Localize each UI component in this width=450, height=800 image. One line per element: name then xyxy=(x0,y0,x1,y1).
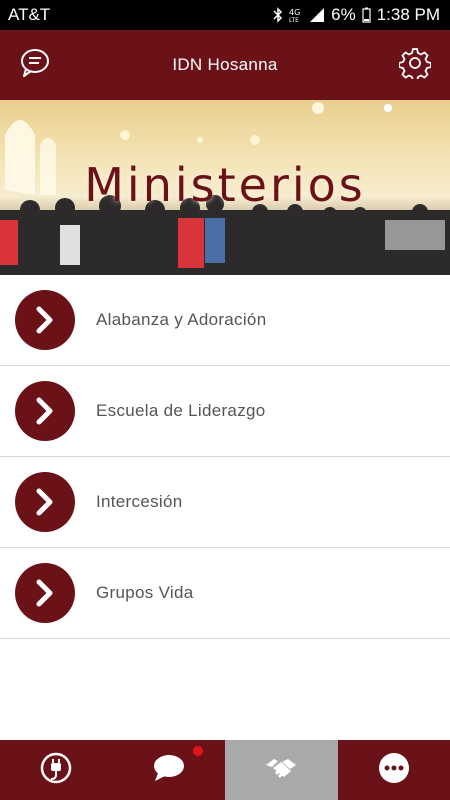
carrier-label: AT&T xyxy=(8,5,51,24)
lte-icon: 4G LTE xyxy=(289,7,303,23)
chevron-right-icon xyxy=(15,290,75,350)
status-bar: AT&T 4G LTE 6% 1:38 PM xyxy=(0,0,450,30)
chevron-right-icon xyxy=(15,381,75,441)
tab-handshake[interactable] xyxy=(225,740,338,800)
list-item-intercesion[interactable]: Intercesión xyxy=(0,457,450,548)
signal-icon xyxy=(309,7,325,23)
battery-percent: 6% xyxy=(331,5,356,24)
list-item-grupos-vida[interactable]: Grupos Vida xyxy=(0,548,450,639)
more-icon xyxy=(377,751,411,790)
tab-plug[interactable] xyxy=(0,740,113,800)
list-item-label: Grupos Vida xyxy=(96,583,194,602)
ministries-banner: Ministerios xyxy=(0,100,450,275)
list-item-alabanza[interactable]: Alabanza y Adoración xyxy=(0,275,450,366)
list-item-label: Alabanza y Adoración xyxy=(96,310,267,329)
bluetooth-icon xyxy=(273,7,283,23)
battery-icon xyxy=(362,7,371,23)
tab-messages[interactable] xyxy=(113,740,226,800)
chat-bubble-icon xyxy=(152,753,186,788)
chevron-right-icon xyxy=(15,563,75,623)
chat-icon xyxy=(19,47,51,84)
notification-badge xyxy=(192,746,203,756)
app-header: IDN Hosanna xyxy=(0,30,450,100)
clock: 1:38 PM xyxy=(376,5,440,24)
banner-title: Ministerios xyxy=(84,158,366,212)
handshake-icon xyxy=(264,753,298,788)
chevron-right-icon xyxy=(15,472,75,532)
tab-more[interactable] xyxy=(338,740,450,800)
app-title: IDN Hosanna xyxy=(172,55,278,74)
list-item-label: Intercesión xyxy=(96,492,183,511)
svg-text:4G: 4G xyxy=(289,8,300,17)
gear-icon xyxy=(398,47,432,84)
settings-button[interactable] xyxy=(397,47,433,83)
plug-icon xyxy=(39,751,73,790)
list-item-escuela[interactable]: Escuela de Liderazgo xyxy=(0,366,450,457)
ministries-list: Alabanza y Adoración Escuela de Liderazg… xyxy=(0,275,450,639)
status-icons: 4G LTE 6% 1:38 PM xyxy=(273,5,440,25)
bottom-tab-bar xyxy=(0,740,450,800)
chat-button[interactable] xyxy=(17,47,53,83)
list-item-label: Escuela de Liderazgo xyxy=(96,401,266,420)
svg-text:LTE: LTE xyxy=(289,17,299,23)
